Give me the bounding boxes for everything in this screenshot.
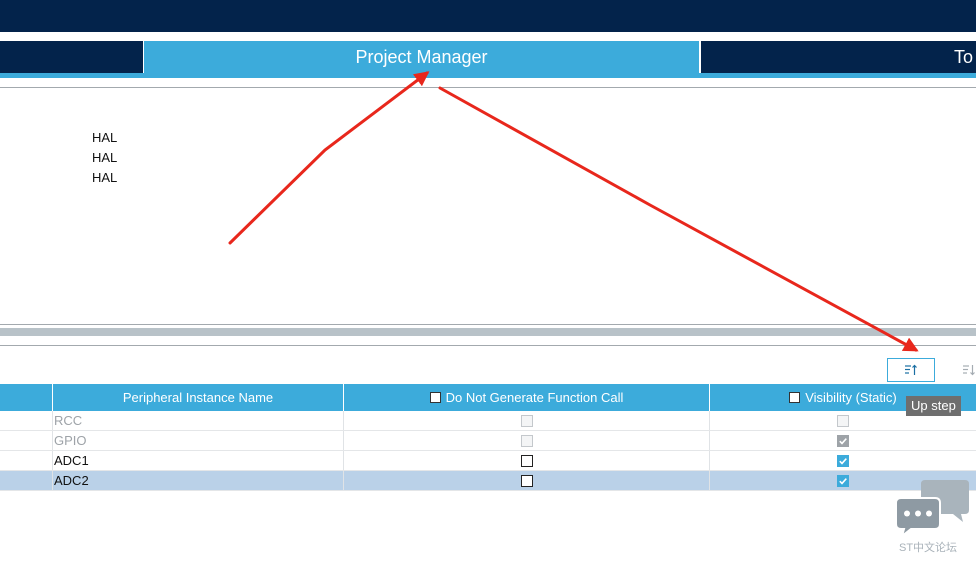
column-header-label: Do Not Generate Function Call — [445, 390, 624, 405]
top-banner — [0, 0, 976, 32]
peripheral-name-cell: GPIO — [53, 431, 344, 450]
lower-divider — [0, 345, 976, 346]
row-index-cell — [0, 471, 53, 490]
do-not-generate-checkbox — [520, 434, 533, 447]
table-header: Peripheral Instance Name Do Not Generate… — [0, 384, 976, 411]
tab-tools[interactable]: To — [701, 41, 976, 73]
tab-previous[interactable] — [0, 41, 143, 73]
forum-watermark: ST中文论坛 — [895, 478, 973, 558]
table-row[interactable]: ADC1 — [0, 451, 976, 471]
active-tab-strip — [0, 73, 976, 78]
hal-driver-value[interactable]: HAL — [92, 128, 117, 148]
hal-driver-list: HAL HAL HAL — [92, 128, 117, 188]
down-step-button[interactable] — [959, 358, 976, 382]
watermark-label: ST中文论坛 — [899, 542, 958, 554]
column-header-peripheral-name[interactable]: Peripheral Instance Name — [53, 384, 344, 411]
do-not-generate-cell — [344, 411, 710, 430]
peripheral-name-cell: ADC1 — [53, 451, 344, 470]
app-window: Project Manager To HAL HAL HAL Periphera… — [0, 0, 976, 562]
table-row[interactable]: RCC — [0, 411, 976, 431]
visibility-checkbox — [837, 434, 849, 447]
select-all-visibility-checkbox[interactable] — [789, 392, 801, 403]
visibility-checkbox[interactable] — [837, 474, 849, 487]
peripheral-name-cell: ADC2 — [53, 471, 344, 490]
visibility-cell — [710, 431, 976, 450]
peripheral-name-cell: RCC — [53, 411, 344, 430]
main-tabbar: Project Manager To — [0, 41, 976, 73]
hal-settings-panel: HAL HAL HAL — [0, 87, 976, 325]
sort-down-icon — [963, 365, 975, 376]
row-index-cell — [0, 431, 53, 450]
table-row[interactable]: GPIO — [0, 431, 976, 451]
row-index-cell — [0, 451, 53, 470]
column-header-label: Visibility (Static) — [805, 390, 897, 405]
do-not-generate-cell — [344, 451, 710, 470]
hal-driver-value[interactable]: HAL — [92, 148, 117, 168]
column-header-index[interactable] — [0, 384, 53, 411]
do-not-generate-checkbox[interactable] — [520, 474, 533, 487]
visibility-checkbox — [837, 414, 849, 427]
do-not-generate-checkbox — [520, 414, 533, 427]
up-step-tooltip: Up step — [906, 396, 961, 416]
do-not-generate-cell — [344, 431, 710, 450]
up-step-button[interactable] — [887, 358, 935, 382]
visibility-checkbox[interactable] — [837, 454, 849, 467]
hal-driver-value[interactable]: HAL — [92, 168, 117, 188]
sort-up-icon — [905, 364, 917, 375]
peripheral-table: Peripheral Instance Name Do Not Generate… — [0, 384, 976, 491]
row-index-cell — [0, 411, 53, 430]
visibility-cell — [710, 451, 976, 470]
select-all-do-not-generate-checkbox[interactable] — [429, 392, 441, 403]
column-header-label: Peripheral Instance Name — [122, 390, 274, 405]
panel-splitter[interactable] — [0, 328, 976, 336]
do-not-generate-cell — [344, 471, 710, 490]
chat-bubbles-icon — [895, 480, 969, 539]
column-header-do-not-generate[interactable]: Do Not Generate Function Call — [344, 384, 710, 411]
do-not-generate-checkbox[interactable] — [520, 454, 533, 467]
table-row[interactable]: ADC2 — [0, 471, 976, 491]
table-body: RCC GPIO ADC1 ADC2 — [0, 411, 976, 491]
tab-project-manager[interactable]: Project Manager — [144, 41, 699, 73]
